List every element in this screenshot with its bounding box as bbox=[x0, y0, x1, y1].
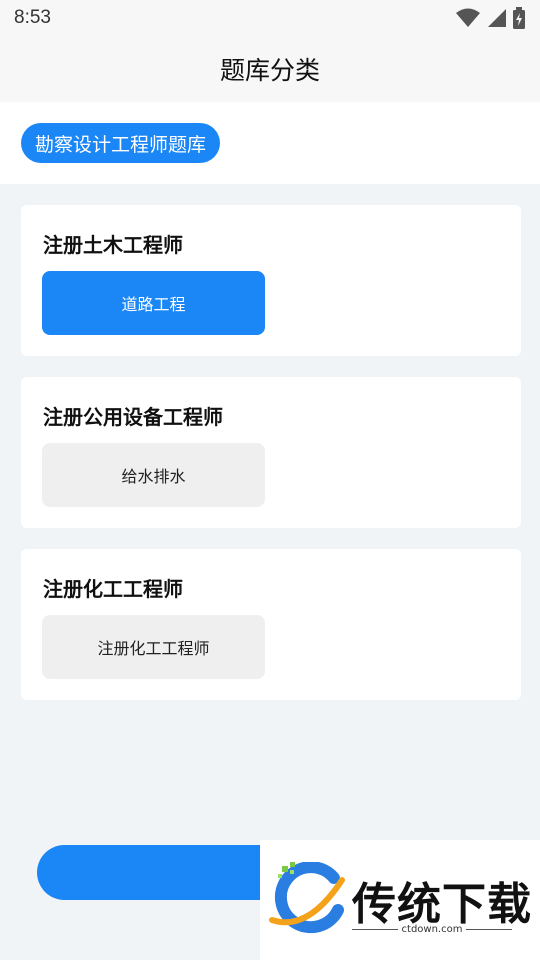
status-bar: 8:53 bbox=[0, 0, 540, 36]
category-bar: 勘察设计工程师题库 bbox=[0, 102, 540, 184]
watermark-url: ctdown.com bbox=[401, 924, 463, 935]
watermark-overlay: 传统下载 ctdown.com bbox=[260, 840, 540, 960]
category-chip[interactable]: 勘察设计工程师题库 bbox=[21, 123, 221, 163]
section-card-chemical: 注册化工工程师 注册化工工程师 bbox=[21, 549, 521, 700]
wifi-icon bbox=[456, 8, 480, 27]
option-road-engineering[interactable]: 道路工程 bbox=[42, 271, 265, 335]
battery-icon bbox=[513, 7, 525, 29]
section-title: 注册化工工程师 bbox=[43, 577, 183, 601]
option-water-supply-drainage[interactable]: 给水排水 bbox=[42, 443, 265, 507]
watermark-url-row: ctdown.com bbox=[352, 924, 512, 935]
section-card-utility: 注册公用设备工程师 给水排水 bbox=[21, 377, 521, 528]
divider bbox=[352, 929, 398, 930]
divider bbox=[466, 929, 512, 930]
section-card-civil: 注册土木工程师 道路工程 bbox=[21, 205, 521, 356]
status-time: 8:53 bbox=[14, 7, 51, 28]
page-title: 题库分类 bbox=[219, 56, 320, 85]
app-bar: 题库分类 bbox=[0, 36, 540, 102]
option-chemical-engineer[interactable]: 注册化工工程师 bbox=[42, 615, 265, 679]
section-title: 注册土木工程师 bbox=[43, 233, 183, 257]
watermark-brand: 传统下载 bbox=[352, 879, 532, 930]
section-title: 注册公用设备工程师 bbox=[43, 405, 223, 429]
ctdown-logo-icon bbox=[269, 862, 345, 934]
signal-icon bbox=[488, 9, 506, 27]
status-icons bbox=[456, 7, 526, 29]
